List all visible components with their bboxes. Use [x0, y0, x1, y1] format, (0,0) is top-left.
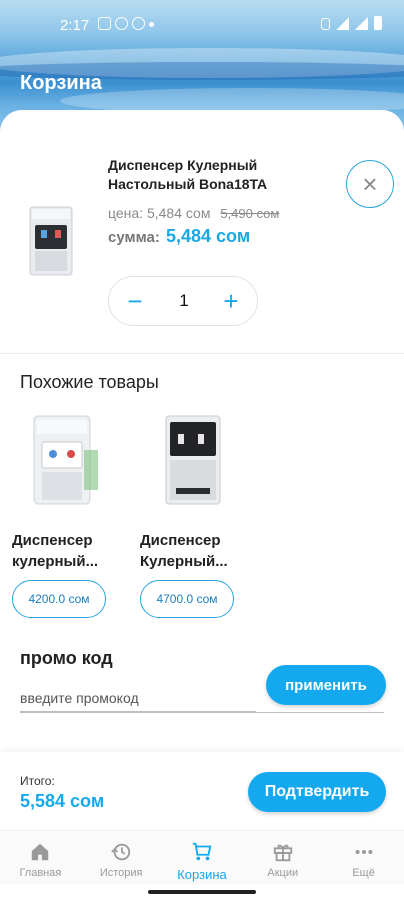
history-icon: [111, 843, 131, 861]
cart-item-image: [29, 206, 73, 276]
bottom-nav: Главная История Корзина Акции Ещё: [0, 830, 404, 884]
similar-product-name: Диспенсер Кулерный...: [140, 532, 228, 570]
cart-item-sum: сумма: 5,484 сом: [108, 226, 250, 247]
nav-item-cart[interactable]: Корзина: [162, 831, 243, 884]
similar-product-image: [33, 415, 98, 505]
promo-code-input[interactable]: [20, 684, 256, 712]
sum-value: 5,484 сом: [166, 226, 251, 246]
remove-item-button[interactable]: ×: [346, 160, 394, 208]
apply-promo-button[interactable]: применить: [266, 665, 386, 705]
system-icons: [321, 16, 382, 30]
old-price: 5,490 сом: [220, 206, 280, 221]
total-value: 5,584 сом: [20, 791, 105, 811]
wifi-icon: [336, 17, 349, 30]
nav-item-promotions[interactable]: Акции: [242, 831, 323, 884]
price-label: цена:: [108, 205, 144, 221]
status-time: 2:17: [60, 17, 90, 34]
similar-product-price[interactable]: 4700.0 сом: [140, 580, 234, 618]
quantity-stepper: − 1 +: [108, 276, 258, 326]
similar-product-name: Диспенсер кулерный...: [12, 532, 99, 570]
status-bar: 2:17: [0, 0, 404, 44]
battery-icon: [374, 16, 382, 30]
similar-products-title: Похожие товары: [20, 372, 159, 392]
promo-title: промо код: [20, 648, 113, 668]
close-icon: ×: [362, 169, 378, 199]
gesture-handle[interactable]: [148, 890, 256, 894]
total-label: Итого:: [20, 774, 55, 788]
sim-icon: [321, 18, 330, 30]
nav-label: История: [99, 867, 143, 879]
dot-icon: [149, 22, 154, 27]
price-value: 5,484 сом: [146, 205, 211, 221]
similar-product-price[interactable]: 4200.0 сом: [12, 580, 106, 618]
confirm-button[interactable]: Подтвердить: [248, 772, 386, 812]
more-icon: [355, 849, 373, 855]
quantity-value: 1: [179, 291, 189, 310]
divider: [0, 353, 404, 354]
cart-icon: [192, 842, 212, 861]
gift-icon: [273, 844, 292, 862]
sum-label: сумма:: [108, 229, 160, 246]
nav-label: Ещё: [352, 867, 375, 879]
nav-item-home[interactable]: Главная: [0, 831, 81, 884]
similar-product-image: [165, 415, 221, 505]
decrease-quantity-button[interactable]: −: [119, 285, 151, 317]
promo-underline: [20, 712, 384, 713]
nav-label: Акции: [267, 867, 299, 879]
signal-icon: [355, 17, 368, 30]
nav-item-history[interactable]: История: [81, 831, 162, 884]
home-icon: [32, 843, 49, 861]
increase-quantity-button[interactable]: +: [215, 285, 247, 317]
app-icon: [132, 17, 145, 30]
nav-label: Главная: [19, 867, 62, 879]
nav-label: Корзина: [177, 867, 227, 882]
whatsapp-icon: [115, 17, 128, 30]
cart-item-price: цена: 5,484 сом 5,490 сом: [108, 205, 279, 221]
image-icon: [98, 17, 111, 30]
nav-item-more[interactable]: Ещё: [323, 831, 404, 884]
notification-icons: [98, 17, 154, 30]
cart-item-name: Диспенсер Кулерный Настольный Bona18TA: [108, 157, 268, 192]
page-title: Корзина: [20, 72, 102, 94]
